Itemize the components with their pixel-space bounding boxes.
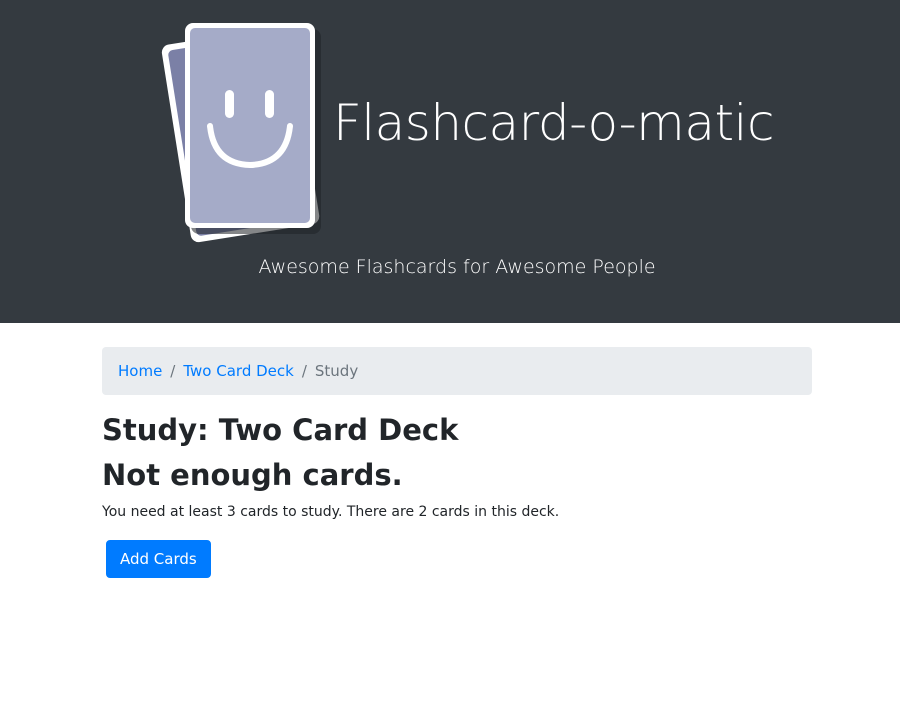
breadcrumb-separator: / [170,362,176,380]
breadcrumb-separator: / [301,362,307,380]
breadcrumb-home-link[interactable]: Home [118,362,162,380]
breadcrumb-deck-link[interactable]: Two Card Deck [183,362,293,380]
not-enough-cards-heading: Not enough cards. [102,458,403,492]
site-header: Flashcard-o-matic Awesome Flashcards for… [0,0,900,323]
not-enough-cards-message: You need at least 3 cards to study. Ther… [102,504,560,520]
page-title: Study: Two Card Deck [102,413,459,447]
smiley-flashcards-logo [161,23,321,243]
breadcrumb-current-page: Study [314,362,359,380]
site-tagline: Awesome Flashcards for Awesome People [258,256,656,278]
main-content: Home / Two Card Deck / Study Study: Two … [102,347,812,578]
breadcrumb: Home / Two Card Deck / Study [102,347,812,395]
add-cards-button[interactable]: Add Cards [106,540,211,578]
site-title: Flashcard-o-matic [333,94,774,152]
